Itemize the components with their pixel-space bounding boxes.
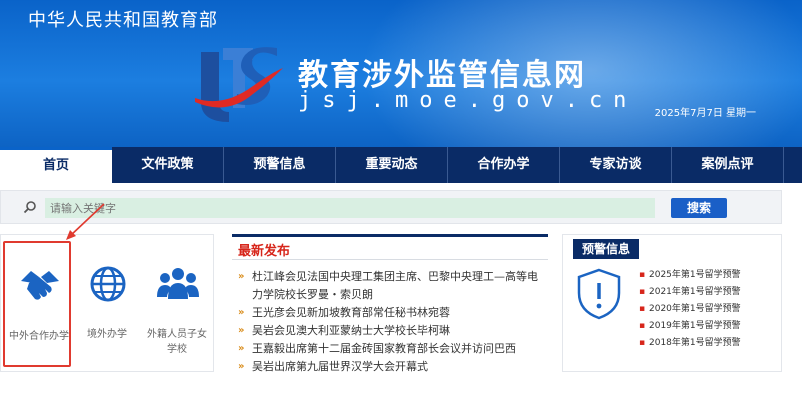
alert-item[interactable]: ▪ 2019年第1号留学预警 bbox=[639, 318, 741, 335]
latest-news: 最新发布 » 杜江峰会见法国中央理工集团主席、巴黎中央理工—高等电力学院校长罗曼・… bbox=[232, 234, 548, 394]
service-sino-foreign[interactable]: 中外合作办学 bbox=[3, 241, 71, 367]
people-icon bbox=[157, 268, 199, 299]
chevron-right-icon: » bbox=[238, 307, 245, 318]
news-item[interactable]: » 王嘉毅出席第十二届金砖国家教育部长会议并访问巴西 bbox=[238, 340, 548, 358]
current-date: 2025年7月7日 星期一 bbox=[654, 108, 756, 119]
nav-cases[interactable]: 案例点评 bbox=[672, 147, 784, 183]
nav-policy[interactable]: 文件政策 bbox=[112, 147, 224, 183]
news-item[interactable]: » 王光彦会见新加坡教育部常任秘书林宛蓉 bbox=[238, 304, 548, 322]
site-header: 中华人民共和国教育部 教育涉外监管信息网 jsj.moe.gov.cn 2025… bbox=[0, 0, 802, 147]
main-nav: 首页 文件政策 预警信息 重要动态 合作办学 专家访谈 案例点评 bbox=[0, 147, 802, 183]
nav-home[interactable]: 首页 bbox=[0, 147, 112, 183]
ministry-name[interactable]: 中华人民共和国教育部 bbox=[28, 6, 218, 32]
search-icon bbox=[23, 201, 36, 214]
chevron-right-icon: » bbox=[238, 325, 245, 336]
alert-item[interactable]: ▪ 2018年第1号留学预警 bbox=[639, 335, 741, 352]
nav-alerts[interactable]: 预警信息 bbox=[224, 147, 336, 183]
service-foreign-children-school[interactable]: 外籍人员子女学校 bbox=[143, 241, 211, 367]
news-item[interactable]: » 杜江峰会见法国中央理工集团主席、巴黎中央理工—高等电力学院校长罗曼・索贝朗 bbox=[238, 268, 548, 304]
shield-warning-icon bbox=[577, 268, 621, 320]
alert-item[interactable]: ▪ 2021年第1号留学预警 bbox=[639, 284, 741, 301]
alert-list: ▪ 2025年第1号留学预警 ▪ 2021年第1号留学预警 ▪ 2020年第1号留学预… bbox=[639, 267, 741, 352]
news-list: » 杜江峰会见法国中央理工集团主席、巴黎中央理工—高等电力学院校长罗曼・索贝朗 »… bbox=[232, 260, 548, 376]
nav-interviews[interactable]: 专家访谈 bbox=[560, 147, 672, 183]
alert-item[interactable]: ▪ 2025年第1号留学预警 bbox=[639, 267, 741, 284]
search-button[interactable]: 搜索 bbox=[671, 198, 727, 218]
news-header: 最新发布 bbox=[232, 234, 548, 260]
service-overseas[interactable]: 境外办学 bbox=[73, 241, 141, 367]
service-label: 境外办学 bbox=[87, 329, 127, 340]
service-card: 中外合作办学 境外办学 外籍人员子女学校 bbox=[0, 234, 214, 372]
annotation-arrow-icon bbox=[66, 203, 105, 240]
search-bar: 搜索 bbox=[0, 190, 782, 224]
nav-cooperation[interactable]: 合作办学 bbox=[448, 147, 560, 183]
globe-icon bbox=[90, 266, 126, 302]
bullet-icon: ▪ bbox=[639, 287, 646, 297]
news-item[interactable]: » 吴岩会见澳大利亚蒙纳士大学校长毕柯琳 bbox=[238, 322, 548, 340]
search-input[interactable] bbox=[45, 198, 655, 218]
bullet-icon: ▪ bbox=[639, 304, 646, 314]
chevron-right-icon: » bbox=[238, 343, 245, 354]
bullet-icon: ▪ bbox=[639, 321, 646, 331]
news-header-bar bbox=[232, 234, 548, 237]
site-logo-icon[interactable] bbox=[193, 38, 285, 124]
alert-panel: 预警信息 ▪ 2025年第1号留学预警 ▪ 2021年第1号留学预警 ▪ 2020年第… bbox=[562, 234, 782, 372]
news-item[interactable]: » 吴岩出席第九届世界汉学大会开幕式 bbox=[238, 358, 548, 376]
nav-news[interactable]: 重要动态 bbox=[336, 147, 448, 183]
chevron-right-icon: » bbox=[238, 361, 245, 372]
handshake-icon bbox=[21, 271, 59, 300]
chevron-right-icon: » bbox=[238, 271, 245, 282]
news-title: 最新发布 bbox=[238, 244, 291, 259]
alert-title[interactable]: 预警信息 bbox=[573, 239, 639, 259]
site-domain: jsj.moe.gov.cn bbox=[298, 88, 638, 113]
service-label: 中外合作办学 bbox=[9, 331, 69, 342]
bullet-icon: ▪ bbox=[639, 270, 646, 280]
service-label: 外籍人员子女学校 bbox=[147, 329, 207, 355]
alert-item[interactable]: ▪ 2020年第1号留学预警 bbox=[639, 301, 741, 318]
bullet-icon: ▪ bbox=[639, 338, 646, 348]
